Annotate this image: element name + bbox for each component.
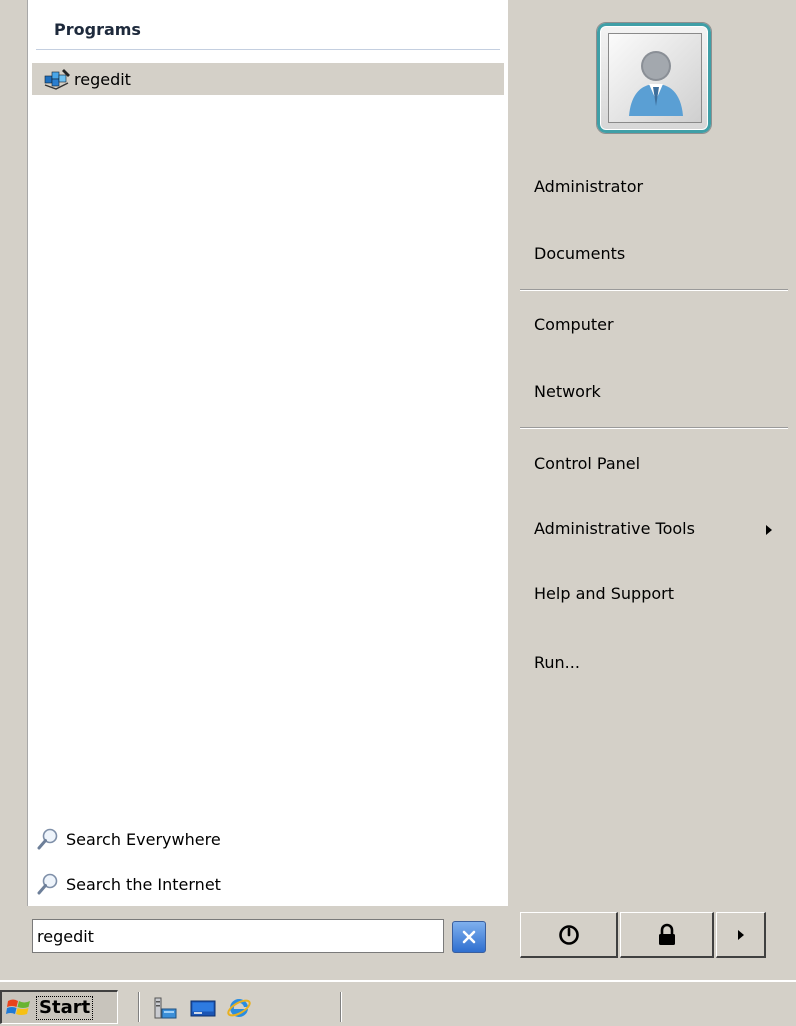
start-button[interactable]: Start — [0, 990, 118, 1024]
search-everywhere-link[interactable]: Search Everywhere — [36, 826, 221, 852]
search-internet-link[interactable]: Search the Internet — [36, 871, 221, 897]
more-options-button[interactable] — [716, 912, 766, 958]
close-icon — [462, 930, 476, 944]
regedit-icon — [44, 69, 70, 90]
menu-item-administrative-tools[interactable]: Administrative Tools — [534, 519, 695, 538]
menu-item-network[interactable]: Network — [534, 382, 601, 401]
programs-panel: Programs regedit Search Everywhere Searc… — [27, 0, 509, 906]
programs-divider — [36, 49, 500, 50]
power-icon — [558, 924, 579, 945]
taskbar-separator — [340, 992, 342, 1022]
submenu-arrow-icon — [766, 525, 772, 535]
menu-item-computer[interactable]: Computer — [534, 315, 614, 334]
search-icon — [37, 828, 58, 850]
windows-logo-icon — [6, 999, 30, 1015]
lock-button[interactable] — [620, 912, 714, 958]
menu-divider — [520, 289, 788, 291]
menu-item-control-panel[interactable]: Control Panel — [534, 454, 640, 473]
menu-item-run[interactable]: Run... — [534, 653, 580, 672]
clear-search-button[interactable] — [452, 921, 486, 953]
search-icon — [37, 873, 58, 895]
start-label: Start — [36, 995, 94, 1020]
chevron-right-icon — [737, 929, 744, 940]
menu-item-administrator[interactable]: Administrator — [534, 177, 643, 196]
program-item-label: regedit — [74, 69, 131, 89]
lock-icon — [658, 923, 675, 945]
show-desktop-icon[interactable] — [190, 996, 216, 1020]
menu-item-documents[interactable]: Documents — [534, 244, 625, 263]
server-manager-icon[interactable] — [152, 996, 178, 1020]
taskbar: Start — [0, 980, 796, 1026]
user-picture[interactable] — [596, 22, 712, 134]
user-avatar-frame — [608, 33, 702, 123]
power-button[interactable] — [520, 912, 618, 958]
search-input[interactable] — [32, 919, 444, 953]
menu-divider — [520, 427, 788, 429]
taskbar-separator — [138, 992, 140, 1022]
internet-explorer-icon[interactable] — [226, 996, 252, 1020]
start-menu: Programs regedit Search Everywhere Searc… — [0, 0, 796, 980]
search-everywhere-label: Search Everywhere — [66, 829, 221, 849]
places-panel: Administrator Documents Computer Network… — [508, 0, 796, 906]
menu-item-help-and-support[interactable]: Help and Support — [534, 584, 674, 603]
program-item-regedit[interactable]: regedit — [32, 63, 504, 95]
user-avatar-icon — [629, 51, 683, 116]
search-internet-label: Search the Internet — [66, 874, 221, 894]
programs-header: Programs — [54, 20, 141, 39]
